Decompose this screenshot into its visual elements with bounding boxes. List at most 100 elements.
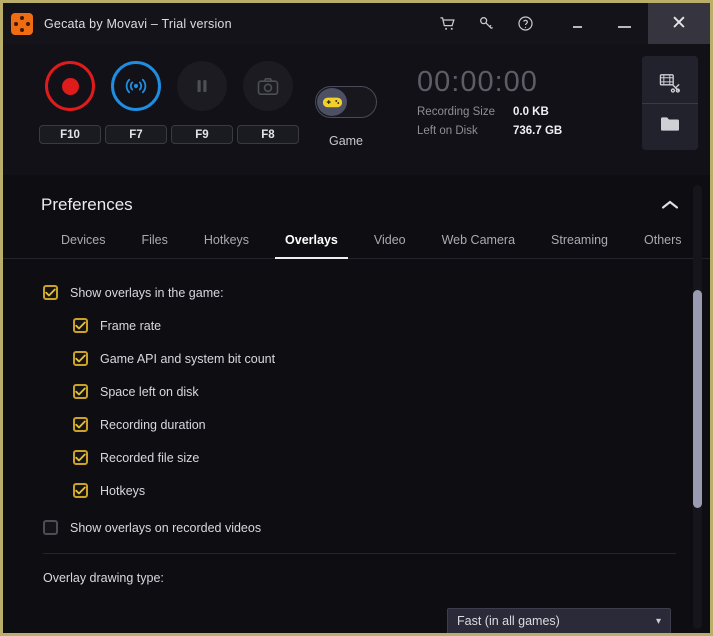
- stream-control: F7: [103, 61, 169, 148]
- preferences-header: Preferences: [3, 175, 710, 215]
- pause-control: F9: [169, 61, 235, 148]
- minimize-to-tray-button[interactable]: [554, 3, 601, 44]
- checkbox-hotkeys[interactable]: [73, 483, 88, 498]
- option-label: Show overlays in the game:: [70, 285, 224, 300]
- option-label: Recorded file size: [100, 450, 200, 465]
- preferences-scrollbar[interactable]: [693, 185, 702, 629]
- tab-hotkeys[interactable]: Hotkeys: [186, 233, 267, 258]
- record-dot-icon: [61, 77, 79, 95]
- checkbox-frame-rate[interactable]: [73, 318, 88, 333]
- open-folder-button[interactable]: [642, 103, 698, 144]
- overlay-drawing-type-row: Overlay drawing type:: [3, 554, 710, 585]
- side-tool-panel: [642, 56, 698, 150]
- left-on-disk-row: Left on Disk 736.7 GB: [417, 125, 562, 137]
- check-icon: [75, 321, 86, 330]
- option-recording-duration[interactable]: Recording duration: [43, 417, 710, 432]
- gamepad-icon: [322, 97, 342, 108]
- tab-devices[interactable]: Devices: [43, 233, 123, 258]
- gecata-window: Gecata by Movavi – Trial version ✕ F10 F…: [0, 0, 713, 636]
- option-show-overlays-in-game[interactable]: Show overlays in the game:: [43, 285, 710, 300]
- help-icon[interactable]: [517, 15, 534, 32]
- capture-controls: F10 F7 F9 F8 Game: [3, 44, 391, 148]
- tab-others[interactable]: Others: [626, 233, 700, 258]
- option-show-overlays-on-recorded-videos[interactable]: Show overlays on recorded videos: [43, 520, 710, 535]
- capture-mode-toggle-group: Game: [301, 61, 391, 148]
- option-recorded-file-size[interactable]: Recorded file size: [43, 450, 710, 465]
- option-label: Hotkeys: [100, 483, 146, 498]
- overlay-drawing-type-value: Fast (in all games): [457, 614, 560, 628]
- check-icon: [75, 453, 86, 462]
- overlay-drawing-type-label: Overlay drawing type:: [43, 571, 164, 585]
- check-icon: [75, 420, 86, 429]
- recording-size-row: Recording Size 0.0 KB: [417, 106, 562, 118]
- option-space-left-on-disk[interactable]: Space left on disk: [43, 384, 710, 399]
- pause-button[interactable]: [177, 61, 227, 111]
- capture-mode-label: Game: [328, 134, 364, 148]
- preferences-title: Preferences: [41, 195, 133, 214]
- option-hotkeys[interactable]: Hotkeys: [43, 483, 710, 498]
- check-icon: [75, 387, 86, 396]
- edit-video-icon: [659, 73, 680, 93]
- edit-video-button[interactable]: [642, 62, 698, 103]
- screenshot-hotkey[interactable]: F8: [237, 125, 299, 144]
- recording-size-label: Recording Size: [417, 106, 495, 118]
- close-button[interactable]: ✕: [648, 3, 710, 44]
- overlay-drawing-type-select[interactable]: Fast (in all games) ▾: [447, 608, 671, 633]
- titlebar-actions: [439, 3, 534, 44]
- capture-status: 00:00:00 Recording Size 0.0 KB Left on D…: [391, 44, 562, 137]
- stream-hotkey[interactable]: F7: [105, 125, 167, 144]
- check-icon: [75, 354, 86, 363]
- option-label: Frame rate: [100, 318, 162, 333]
- scrollbar-thumb[interactable]: [693, 290, 702, 508]
- tab-overlays[interactable]: Overlays: [267, 233, 356, 259]
- preferences-tabs: Devices Files Hotkeys Overlays Video Web…: [3, 215, 710, 259]
- tab-streaming[interactable]: Streaming: [533, 233, 626, 258]
- cart-icon[interactable]: [439, 15, 456, 32]
- option-label: Show overlays on recorded videos: [70, 520, 262, 535]
- broadcast-icon: [125, 78, 147, 94]
- recording-size-value: 0.0 KB: [513, 106, 549, 118]
- record-button[interactable]: [45, 61, 95, 111]
- left-on-disk-label: Left on Disk: [417, 125, 478, 137]
- tab-video[interactable]: Video: [356, 233, 424, 258]
- option-label: Space left on disk: [100, 384, 199, 399]
- folder-icon: [661, 117, 679, 131]
- gecata-logo-icon: [11, 12, 33, 35]
- stream-button[interactable]: [111, 61, 161, 111]
- window-controls: ✕: [554, 3, 710, 44]
- option-game-api-bit-count[interactable]: Game API and system bit count: [43, 351, 710, 366]
- checkbox-show-overlays-in-game[interactable]: [43, 285, 58, 300]
- toggle-knob: [317, 88, 347, 116]
- capture-toolbar: F10 F7 F9 F8 Game 00:00:00 Recording Siz…: [3, 44, 710, 175]
- left-on-disk-value: 736.7 GB: [513, 125, 563, 137]
- option-label: Recording duration: [100, 417, 206, 432]
- option-label: Game API and system bit count: [100, 351, 276, 366]
- checkbox-recording-duration[interactable]: [73, 417, 88, 432]
- check-icon: [75, 486, 86, 495]
- app-title: Gecata by Movavi – Trial version: [44, 16, 232, 31]
- record-control: F10: [37, 61, 103, 148]
- capture-mode-toggle[interactable]: [315, 86, 377, 118]
- pause-hotkey[interactable]: F9: [171, 125, 233, 144]
- tab-files[interactable]: Files: [123, 233, 185, 258]
- screenshot-control: F8: [235, 61, 301, 148]
- checkbox-space-left-on-disk[interactable]: [73, 384, 88, 399]
- key-icon[interactable]: [478, 15, 495, 32]
- screenshot-button[interactable]: [243, 61, 293, 111]
- pause-icon: [197, 80, 207, 92]
- chevron-up-icon[interactable]: [660, 199, 680, 211]
- checkbox-game-api-bit-count[interactable]: [73, 351, 88, 366]
- camera-icon: [257, 77, 279, 95]
- title-bar: Gecata by Movavi – Trial version ✕: [3, 3, 710, 44]
- tab-web-camera[interactable]: Web Camera: [424, 233, 533, 258]
- checkbox-show-overlays-on-recorded-videos[interactable]: [43, 520, 58, 535]
- recording-timer: 00:00:00: [417, 66, 538, 98]
- record-hotkey[interactable]: F10: [39, 125, 101, 144]
- chevron-down-icon: ▾: [655, 615, 661, 627]
- preferences-panel: Preferences Devices Files Hotkeys Overla…: [3, 175, 710, 633]
- checkbox-recorded-file-size[interactable]: [73, 450, 88, 465]
- option-frame-rate[interactable]: Frame rate: [43, 318, 710, 333]
- minimize-button[interactable]: [601, 3, 648, 44]
- check-icon: [45, 288, 56, 297]
- overlay-options-list: Show overlays in the game: Frame rate Ga…: [3, 259, 710, 535]
